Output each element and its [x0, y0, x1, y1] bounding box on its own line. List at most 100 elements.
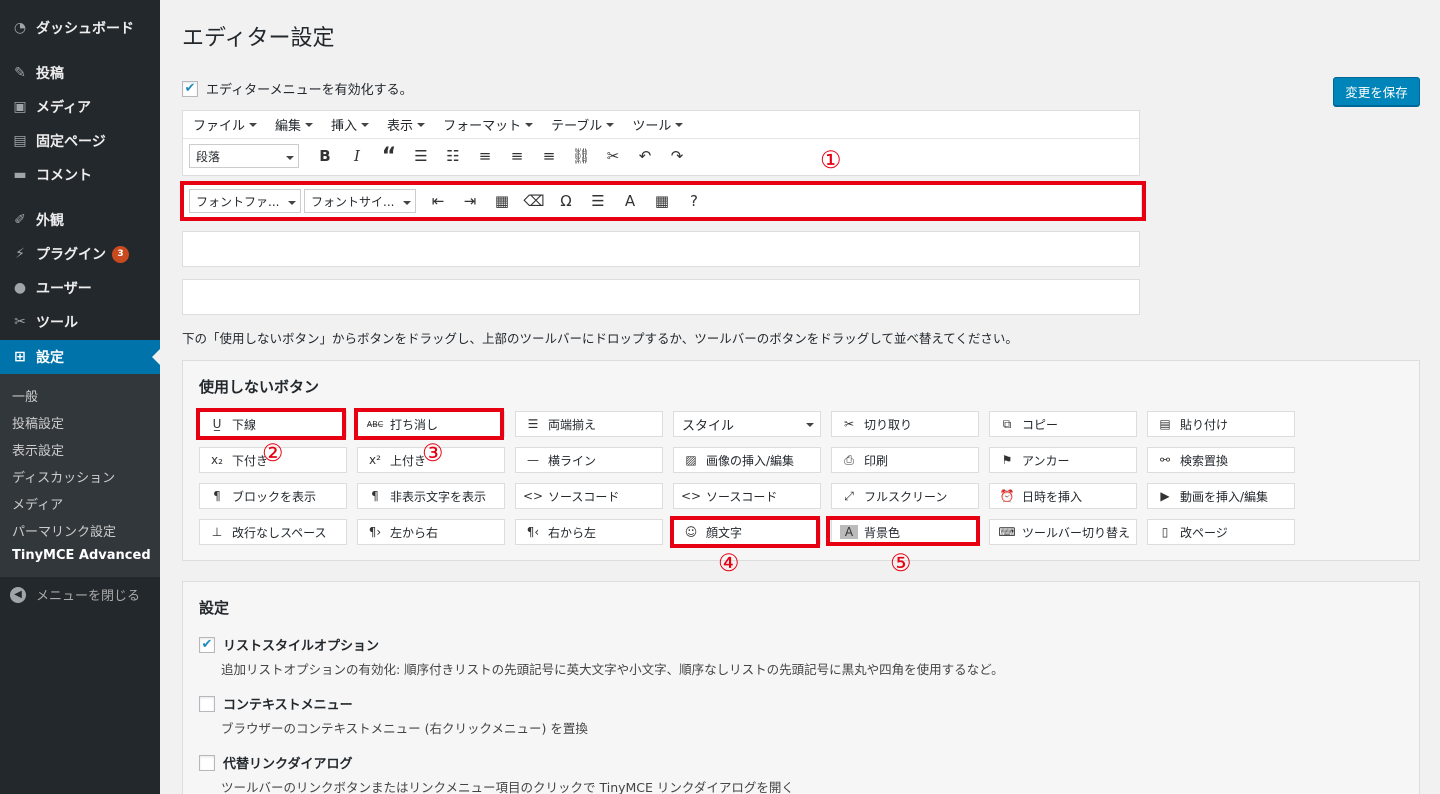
menu-file[interactable]: ファイル	[193, 115, 258, 134]
unused-button[interactable]: ▯ 改ページ	[1147, 519, 1295, 545]
unused-button[interactable]: ▤ 貼り付け	[1147, 411, 1295, 437]
unused-button[interactable]: ⧉ コピー	[989, 411, 1137, 437]
menu-pages[interactable]: ▤ 固定ページ	[0, 124, 160, 158]
menu-dashboard[interactable]: ◔ ダッシュボード	[0, 11, 160, 45]
unused-button[interactable]: ⎙ 印刷	[831, 447, 979, 473]
option-description: 追加リストオプションの有効化: 順序付きリストの先頭記号に英大文字や小文字、順序…	[221, 662, 1004, 677]
option-list-style[interactable]: ✔ リストスタイルオプション	[199, 635, 379, 654]
menu-users[interactable]: ● ユーザー	[0, 271, 160, 305]
bullet-list-icon[interactable]: ☰	[405, 142, 437, 170]
cut-icon: ✂	[843, 417, 855, 431]
menu-format[interactable]: フォーマット	[443, 115, 534, 134]
unused-button[interactable]: A 背景色	[831, 519, 979, 545]
caret-icon	[417, 123, 426, 131]
settings-title: 設定	[199, 599, 230, 617]
hr-icon[interactable]: ☰	[582, 187, 614, 215]
menu-settings[interactable]: ⊞ 設定	[0, 340, 160, 374]
unused-button[interactable]: ▶ 動画を挿入/編集	[1147, 483, 1295, 509]
font-family-select[interactable]: フォントファ...	[189, 189, 301, 213]
indent-icon[interactable]: ⇥	[454, 187, 486, 215]
menu-posts[interactable]: ✎ 投稿	[0, 56, 160, 90]
link-icon[interactable]: ⛓	[565, 142, 597, 170]
unused-button[interactable]: U̲ 下線	[199, 411, 347, 437]
menu-edit[interactable]: 編集	[275, 115, 314, 134]
unused-button[interactable]: ⏰ 日時を挿入	[989, 483, 1137, 509]
option-link-dialog[interactable]: 代替リンクダイアログ	[199, 753, 352, 772]
unused-button[interactable]: ✂ 切り取り	[831, 411, 979, 437]
menu-format-label: フォーマット	[443, 119, 522, 134]
font-size-select[interactable]: フォントサイ...	[304, 189, 416, 213]
menu-media[interactable]: ▣ メディア	[0, 90, 160, 124]
unused-button[interactable]: ¶ 非表示文字を表示	[357, 483, 505, 509]
menu-tools[interactable]: ✂ ツール	[0, 305, 160, 339]
format-select[interactable]: 段落	[189, 144, 299, 168]
clear-format-icon[interactable]: ⌫	[518, 187, 550, 215]
align-center-icon[interactable]: ≡	[501, 142, 533, 170]
italic-icon[interactable]: I	[341, 142, 373, 170]
menu-table[interactable]: テーブル	[551, 115, 615, 134]
unused-button[interactable]: <> ソースコード	[673, 483, 821, 509]
special-char-icon[interactable]: Ω	[550, 187, 582, 215]
help-icon[interactable]: ?	[678, 187, 710, 215]
menu-appearance[interactable]: ✐ 外観	[0, 203, 160, 237]
unused-button[interactable]: ⤢ フルスクリーン	[831, 483, 979, 509]
menu-view-label: 表示	[387, 119, 414, 134]
unused-button[interactable]: スタイル	[673, 411, 821, 437]
unused-button[interactable]: ☺ 顔文字	[673, 519, 821, 545]
unused-button[interactable]: ¶› 左から右	[357, 519, 505, 545]
save-button[interactable]: 変更を保存	[1333, 77, 1420, 106]
unused-button[interactable]: <> ソースコード	[515, 483, 663, 509]
unused-button-label: 検索置換	[1180, 453, 1229, 468]
enable-menu-checkbox[interactable]: ✔	[182, 80, 198, 97]
unused-button[interactable]: ⌨ ツールバー切り替え	[989, 519, 1137, 545]
align-left-icon[interactable]: ≡	[469, 142, 501, 170]
justify-icon: ☰	[527, 417, 539, 431]
submenu-general[interactable]: 一般	[12, 386, 38, 405]
unused-button[interactable]: ¶ ブロックを表示	[199, 483, 347, 509]
undo-icon[interactable]: ↶	[629, 142, 661, 170]
context-menu-checkbox[interactable]	[199, 695, 215, 712]
submenu-tinymce[interactable]: TinyMCE Advanced	[12, 548, 151, 563]
list-style-checkbox[interactable]: ✔	[199, 636, 215, 653]
blockquote-icon[interactable]: “	[373, 142, 405, 170]
menu-tools[interactable]: ツール	[632, 115, 684, 134]
collapse-menu[interactable]: ◀ メニューを閉じる	[10, 585, 140, 604]
text-color-icon[interactable]: A	[614, 187, 646, 215]
unused-button[interactable]: ⚯ 検索置換	[1147, 447, 1295, 473]
annotation-1: ①	[820, 146, 842, 174]
submenu-writing[interactable]: 投稿設定	[12, 413, 64, 432]
bold-icon[interactable]: B	[309, 142, 341, 170]
unused-button[interactable]: ¶‹ 右から左	[515, 519, 663, 545]
submenu-reading[interactable]: 表示設定	[12, 440, 64, 459]
unused-button[interactable]: ⚑ アンカー	[989, 447, 1137, 473]
option-context-menu[interactable]: コンテキストメニュー	[199, 694, 353, 713]
unused-button[interactable]: ☰ 両端揃え	[515, 411, 663, 437]
menu-insert[interactable]: 挿入	[331, 115, 370, 134]
submenu-media[interactable]: メディア	[12, 494, 63, 513]
link-dialog-checkbox[interactable]	[199, 754, 215, 771]
toolbar-row-4[interactable]	[182, 279, 1140, 315]
unused-button[interactable]: ⊥ 改行なしスペース	[199, 519, 347, 545]
paste-text-icon[interactable]: ▦	[486, 187, 518, 215]
unused-button[interactable]: ▨ 画像の挿入/編集	[673, 447, 821, 473]
menu-plugins[interactable]: ⚡ プラグイン 3	[0, 237, 160, 271]
submenu-permalink[interactable]: パーマリンク設定	[12, 521, 116, 540]
unused-button[interactable]: A̶B̶C̶ 打ち消し	[357, 411, 505, 437]
editor-toolbar-2: フォントファ... フォントサイ... ⇤ ⇥ ▦ ⌫ Ω ☰ A ▦ ?	[182, 182, 1142, 220]
outdent-icon[interactable]: ⇤	[422, 187, 454, 215]
option-label: 代替リンクダイアログ	[223, 757, 353, 772]
menu-comments[interactable]: ▬ コメント	[0, 158, 160, 192]
unlink-icon[interactable]: ✂	[597, 142, 629, 170]
table-icon[interactable]: ▦	[646, 187, 678, 215]
settings-panel: 設定 ✔ リストスタイルオプション 追加リストオプションの有効化: 順序付きリスト…	[182, 581, 1420, 794]
enable-menu-option[interactable]: ✔ エディターメニューを有効化する。	[182, 79, 413, 98]
fullscreen-icon: ⤢	[844, 488, 854, 503]
toolbar-row-3[interactable]	[182, 231, 1140, 267]
unused-button-label: フルスクリーン	[864, 489, 948, 504]
align-right-icon[interactable]: ≡	[533, 142, 565, 170]
redo-icon[interactable]: ↷	[661, 142, 693, 170]
unused-button[interactable]: — 横ライン	[515, 447, 663, 473]
submenu-discussion[interactable]: ディスカッション	[12, 467, 115, 486]
numbered-list-icon[interactable]: ☷	[437, 142, 469, 170]
menu-view[interactable]: 表示	[387, 115, 426, 134]
